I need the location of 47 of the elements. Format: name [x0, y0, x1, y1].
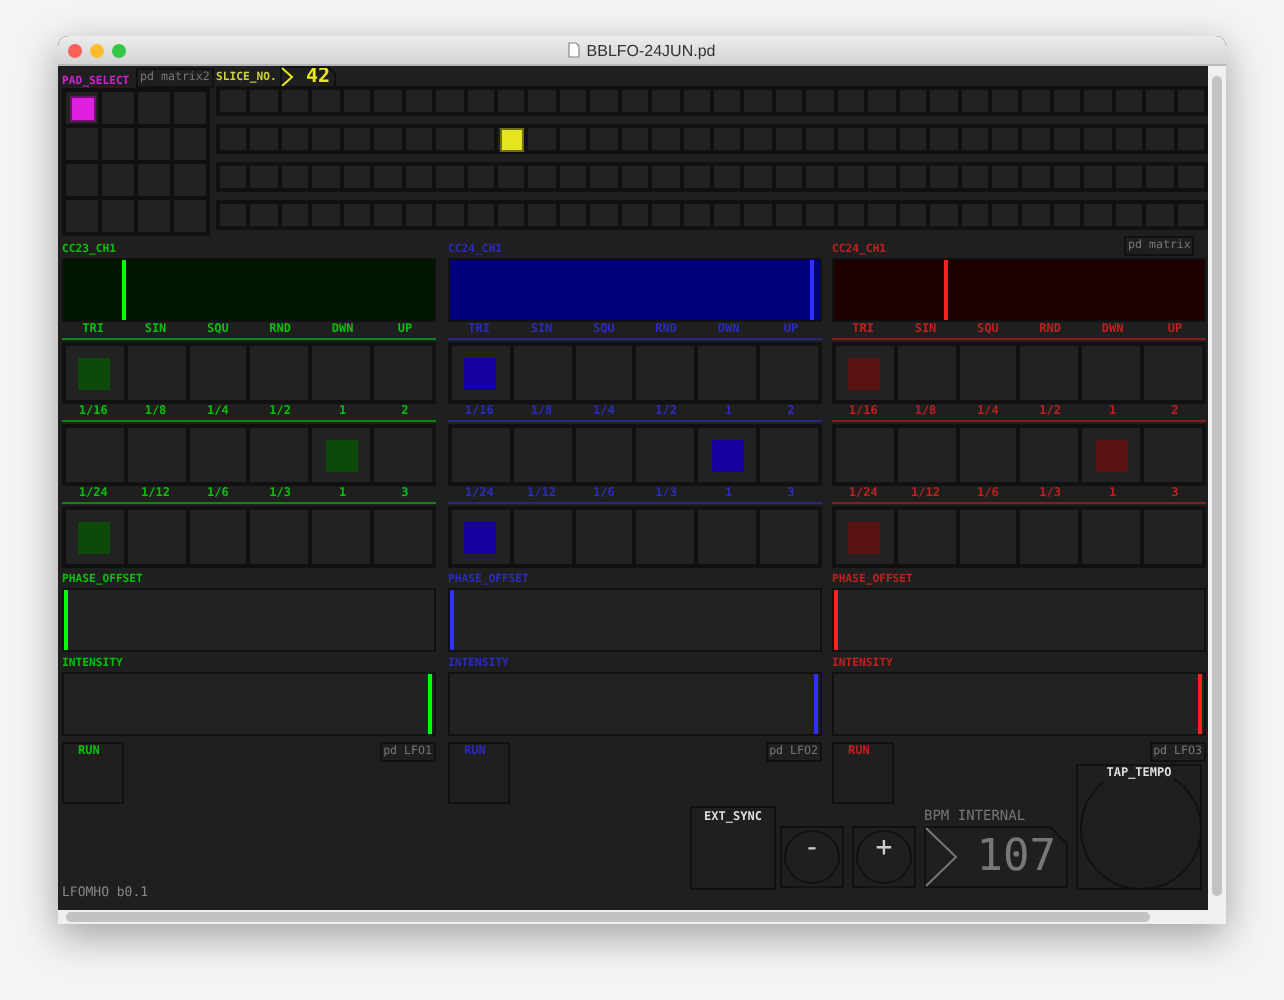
slider[interactable]: [448, 672, 822, 736]
slider[interactable]: [448, 588, 822, 652]
close-button[interactable]: [68, 43, 82, 57]
radio-cell[interactable]: [64, 344, 126, 402]
scrollbar-thumb[interactable]: [1212, 76, 1222, 896]
minus-button[interactable]: -: [780, 826, 844, 888]
slider[interactable]: [832, 672, 1206, 736]
slider[interactable]: [832, 258, 1206, 322]
slice-cell[interactable]: [1175, 88, 1206, 114]
plus-button[interactable]: +: [852, 826, 916, 888]
number-box[interactable]: 42: [280, 66, 336, 88]
slider-handle[interactable]: [122, 260, 127, 320]
slider-handle[interactable]: [810, 260, 815, 320]
slice-cell[interactable]: [248, 88, 280, 114]
slice-cell[interactable]: [526, 126, 558, 152]
radio-cell[interactable]: [1080, 426, 1143, 484]
slider[interactable]: [62, 672, 436, 736]
slider[interactable]: [448, 258, 822, 322]
slice-cell[interactable]: [279, 88, 311, 114]
radio-cell[interactable]: [310, 426, 373, 484]
slice-cell[interactable]: [1175, 126, 1206, 152]
window-title: BBLFO-24JUN.pd: [586, 41, 716, 59]
radio-cell[interactable]: [450, 508, 512, 566]
slider-handle[interactable]: [1198, 674, 1202, 734]
radio-cell[interactable]: [834, 344, 896, 402]
slider-handle[interactable]: [64, 590, 68, 650]
slider-handle[interactable]: [428, 674, 432, 734]
radio-cell[interactable]: [450, 344, 512, 402]
radio-cell[interactable]: [64, 508, 126, 566]
slider-handle[interactable]: [814, 674, 818, 734]
slider-handle[interactable]: [450, 590, 454, 650]
slider[interactable]: [832, 588, 1206, 652]
slice-cell[interactable]: [495, 126, 527, 152]
radio-cell[interactable]: [696, 426, 759, 484]
slider[interactable]: [62, 258, 436, 322]
slice-cell[interactable]: [1175, 164, 1206, 190]
pad-cell[interactable]: [64, 90, 100, 126]
slider-handle[interactable]: [943, 260, 948, 320]
document-icon: [568, 42, 581, 58]
zoom-button[interactable]: [112, 43, 126, 57]
radio-cell[interactable]: [834, 508, 896, 566]
scrollbar-thumb[interactable]: [66, 912, 1150, 922]
slice-cell[interactable]: [1175, 202, 1206, 228]
bpm-number-box[interactable]: 107: [924, 826, 1068, 888]
slider[interactable]: [62, 588, 436, 652]
slider-handle[interactable]: [834, 590, 838, 650]
minimize-button[interactable]: [90, 43, 104, 57]
